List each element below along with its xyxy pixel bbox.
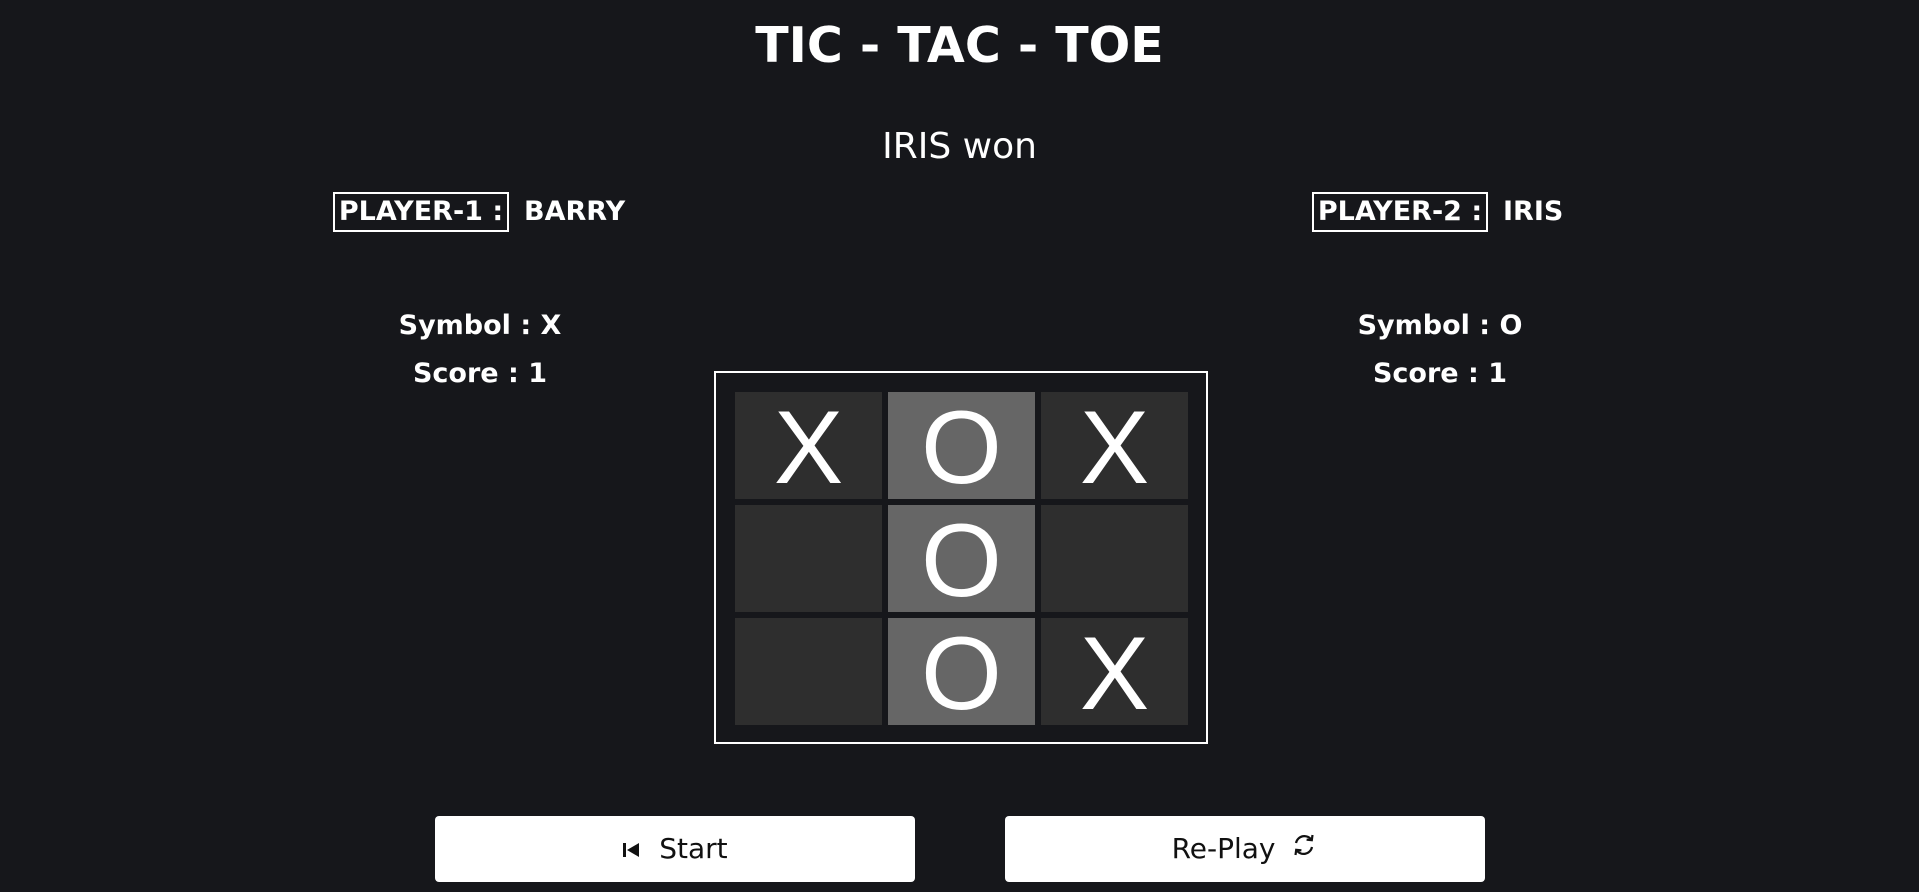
skip-back-icon: [622, 817, 640, 883]
replay-button[interactable]: Re-Play: [1005, 816, 1485, 882]
board-cell-1[interactable]: X: [735, 392, 882, 499]
start-button-label: Start: [659, 832, 728, 865]
player-2-tag: PLAYER-2 :: [1312, 192, 1488, 232]
board-cell-8[interactable]: O: [888, 618, 1035, 725]
player-1-tag: PLAYER-1 :: [333, 192, 509, 232]
board-cell-6[interactable]: [1041, 505, 1188, 612]
player-1-score: Score : 1: [412, 358, 547, 389]
player-2-name: IRIS: [1503, 196, 1564, 227]
start-button[interactable]: Start: [435, 816, 915, 882]
board-cell-5[interactable]: O: [888, 505, 1035, 612]
game-board: X O X O O X: [714, 371, 1208, 744]
game-title: TIC - TAC - TOE: [755, 17, 1164, 74]
game-status: IRIS won: [882, 126, 1037, 167]
refresh-icon: [1290, 817, 1318, 883]
board-cell-4[interactable]: [735, 505, 882, 612]
board-cell-3[interactable]: X: [1041, 392, 1188, 499]
board-cell-2[interactable]: O: [888, 392, 1035, 499]
player-2-symbol: Symbol : O: [1357, 310, 1523, 341]
replay-button-label: Re-Play: [1171, 832, 1276, 865]
player-1-symbol: Symbol : X: [398, 310, 562, 341]
board-cell-7[interactable]: [735, 618, 882, 725]
board-cell-9[interactable]: X: [1041, 618, 1188, 725]
game-page: TIC - TAC - TOE IRIS won PLAYER-1 : BARR…: [0, 0, 1919, 892]
player-2-score: Score : 1: [1372, 358, 1507, 389]
player-1-name: BARRY: [524, 196, 626, 227]
